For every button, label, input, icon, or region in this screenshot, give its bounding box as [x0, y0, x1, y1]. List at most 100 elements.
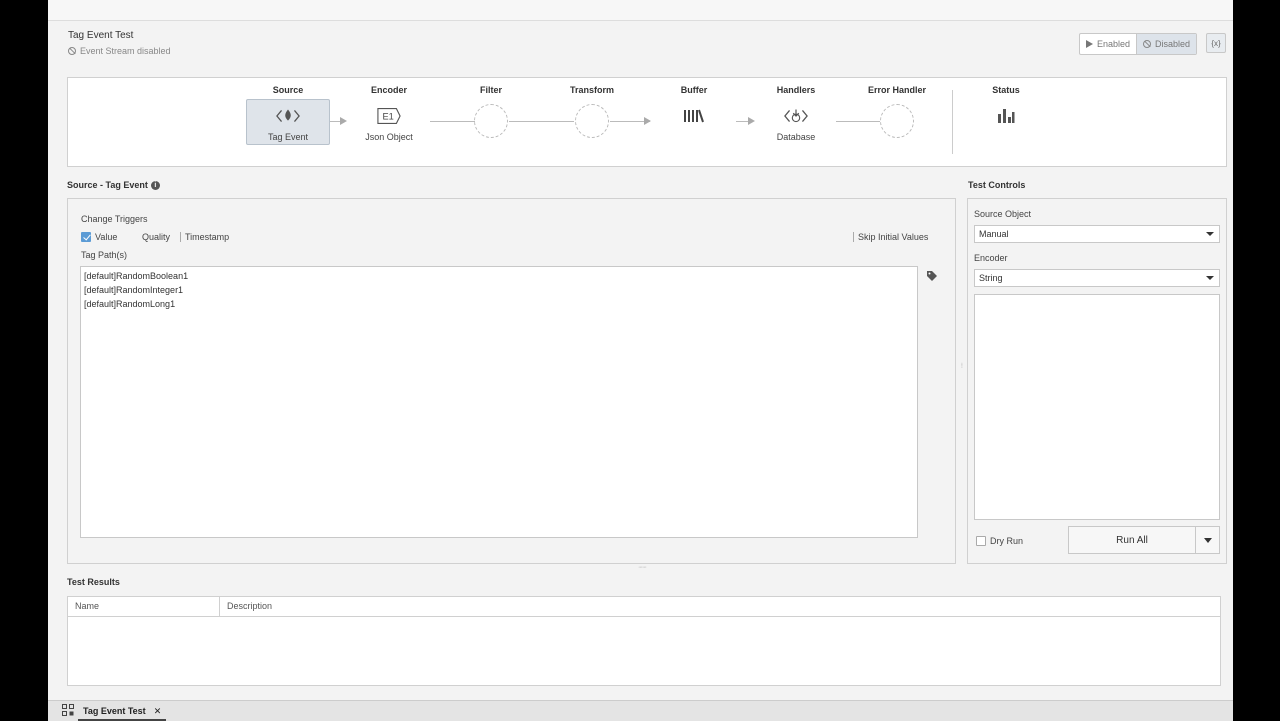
chevron-down-icon [1203, 537, 1212, 543]
run-options-dropdown[interactable] [1196, 527, 1219, 553]
trigger-label: Value [95, 232, 118, 242]
database-handler-icon [784, 104, 808, 128]
run-all-button[interactable]: Run All [1069, 527, 1196, 553]
tag-paths-label: Tag Path(s) [81, 250, 128, 260]
dry-run-checkbox[interactable]: Dry Run [976, 536, 1023, 546]
test-controls-title: Test Controls [968, 180, 1026, 190]
test-results-table: Name Description [67, 596, 1221, 686]
encoder-value: String [979, 273, 1003, 283]
test-results-title: Test Results [67, 577, 120, 587]
stage-label: Buffer [680, 85, 708, 95]
stage-label: Filter [479, 85, 502, 95]
stage-sub: Json Object [365, 132, 413, 142]
source-object-select[interactable]: Manual [974, 225, 1220, 243]
chevron-down-icon [1206, 276, 1214, 280]
source-section-title: Source - Tag Event i [67, 180, 160, 191]
variables-button[interactable]: {x} [1206, 33, 1226, 53]
page-title: Tag Event Test [68, 30, 134, 41]
tab-label: Tag Event Test [83, 706, 146, 716]
checkbox-checked[interactable] [81, 232, 91, 242]
buffer-icon [682, 104, 706, 128]
stage-buffer[interactable]: Buffer [652, 78, 736, 166]
encoder-label: Encoder [974, 253, 1008, 263]
stage-encoder[interactable]: Encoder E1 Json Object [347, 78, 431, 166]
enable-button[interactable]: Enabled [1080, 34, 1136, 54]
source-object-editor[interactable] [974, 294, 1220, 520]
empty-stage-icon[interactable] [474, 104, 508, 138]
encoder-badge: E1 [383, 112, 394, 122]
vertical-splitter[interactable]: ···· [958, 362, 965, 367]
column-header-description[interactable]: Description [220, 597, 1220, 616]
disable-button[interactable]: Disabled [1136, 34, 1197, 54]
trigger-timestamp[interactable]: Timestamp [180, 232, 229, 242]
checkbox[interactable] [853, 232, 854, 242]
connector-arrow [644, 117, 651, 125]
trigger-value[interactable]: Value [81, 232, 117, 242]
empty-stage-icon[interactable] [880, 104, 914, 138]
empty-stage-icon[interactable] [575, 104, 609, 138]
tag-path-line: [default]RandomInteger1 [84, 285, 184, 295]
horizontal-splitter[interactable]: ······ [638, 564, 647, 571]
stage-source[interactable]: Source Tag Event [246, 78, 330, 166]
stream-status-text: Event Stream disabled [80, 46, 171, 56]
stage-sub: Database [776, 132, 816, 142]
tag-path-line: [default]RandomLong1 [84, 299, 176, 309]
table-header: Name Description [68, 597, 1220, 617]
trigger-quality[interactable]: Quality [128, 232, 170, 242]
stage-label: Transform [569, 85, 614, 95]
connector-arrow [340, 117, 347, 125]
stage-handlers[interactable]: Handlers Database [754, 78, 838, 166]
tag-event-icon [276, 104, 300, 128]
stage-label: Encoder [370, 85, 407, 95]
divider [952, 90, 953, 154]
source-object-value: Manual [979, 229, 1009, 239]
chevron-down-icon [1206, 232, 1214, 236]
bar-chart-icon [994, 104, 1018, 128]
checkbox[interactable] [976, 536, 986, 546]
run-all-split-button[interactable]: Run All [1068, 526, 1220, 554]
stage-label: Error Handler [867, 85, 927, 95]
source-object-label: Source Object [974, 209, 1032, 219]
stream-status: Event Stream disabled [68, 46, 171, 56]
enable-toggle[interactable]: Enabled Disabled [1079, 33, 1198, 55]
tab-grid-icon[interactable] [62, 704, 74, 719]
tag-browser-icon[interactable] [926, 270, 938, 285]
top-toolbar-strip [48, 0, 1233, 21]
source-section-title-text: Source - Tag Event [67, 180, 148, 190]
play-icon [1086, 40, 1093, 48]
trigger-label: Quality [142, 232, 171, 242]
encoder-select[interactable]: String [974, 269, 1220, 287]
bottom-tab-bar: Tag Event Test ✕ [48, 700, 1233, 721]
stage-status[interactable]: Status [964, 78, 1048, 166]
skip-initial-label: Skip Initial Values [858, 232, 929, 242]
disabled-icon [68, 47, 76, 55]
change-triggers-label: Change Triggers [81, 214, 148, 224]
checkbox[interactable] [128, 232, 138, 242]
source-config-panel: Change Triggers Value Quality Timestamp … [67, 198, 956, 564]
tab-tag-event-test[interactable]: Tag Event Test ✕ [78, 703, 167, 721]
stage-label: Source [272, 85, 304, 95]
stage-error-handler[interactable]: Error Handler [855, 78, 939, 166]
stage-label: Status [992, 85, 1020, 95]
stage-filter[interactable]: Filter [449, 78, 533, 166]
variables-icon: {x} [1211, 38, 1221, 48]
stage-label: Handlers [776, 85, 816, 95]
close-icon[interactable]: ✕ [154, 706, 162, 717]
ban-icon [1143, 40, 1152, 48]
designer-workspace: Tag Event Test Event Stream disabled Ena… [48, 0, 1233, 721]
encoder-icon: E1 [377, 104, 401, 128]
info-icon[interactable]: i [150, 181, 160, 191]
trigger-label: Timestamp [185, 232, 230, 242]
test-controls-panel: Source Object Manual Encoder String Dry … [967, 198, 1227, 564]
skip-initial-values[interactable]: Skip Initial Values [853, 232, 928, 242]
stage-sub: Tag Event [267, 132, 309, 142]
disable-button-label: Disabled [1155, 39, 1191, 49]
tag-path-line: [default]RandomBoolean1 [84, 271, 189, 281]
column-header-name[interactable]: Name [68, 597, 220, 616]
tag-paths-textarea[interactable]: [default]RandomBoolean1 [default]RandomI… [80, 266, 918, 538]
checkbox[interactable] [180, 232, 181, 242]
pipeline-panel: Source Tag Event Encoder E1 Json Object … [67, 77, 1227, 167]
stage-transform[interactable]: Transform [550, 78, 634, 166]
dry-run-label: Dry Run [990, 536, 1024, 546]
enable-button-label: Enabled [1097, 39, 1131, 49]
